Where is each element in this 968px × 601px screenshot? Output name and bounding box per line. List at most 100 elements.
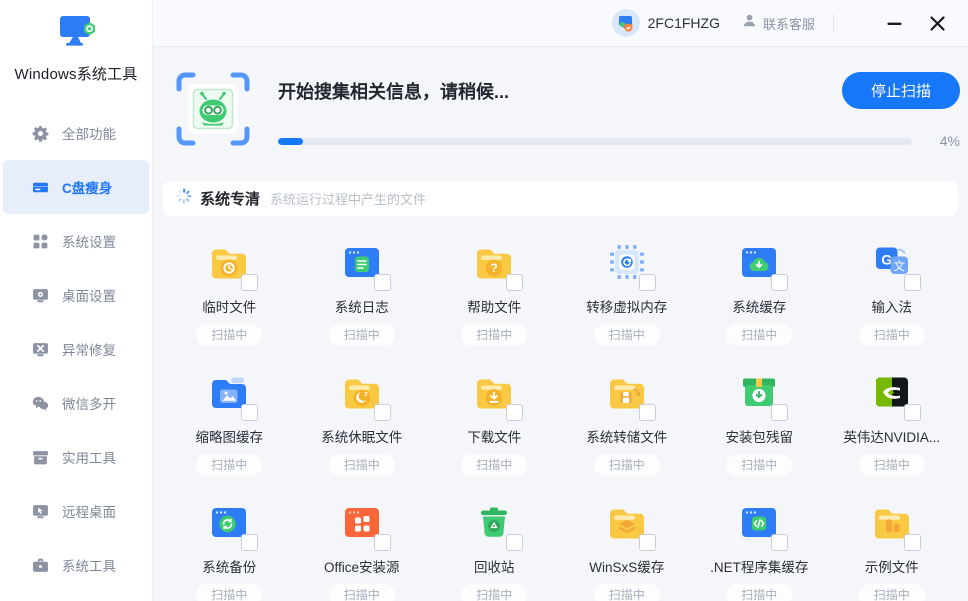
item-label: 系统转储文件 — [586, 426, 667, 446]
system-tools-icon — [32, 557, 49, 574]
app-logo-icon — [53, 40, 99, 57]
item-label: 系统缓存 — [732, 296, 786, 316]
sidebar-item-all-features[interactable]: 全部功能 — [3, 106, 149, 160]
progress-fill — [278, 138, 303, 145]
clean-item[interactable]: z 系统休眠文件 扫描中 — [296, 346, 429, 476]
clean-item[interactable]: 缩略图缓存 扫描中 — [163, 346, 296, 476]
user-code: 2FC1FHZG — [648, 15, 720, 31]
item-checkbox[interactable] — [506, 534, 523, 551]
item-checkbox[interactable] — [904, 534, 921, 551]
item-checkbox[interactable] — [241, 534, 258, 551]
scan-status-badge: 扫描中 — [726, 454, 792, 476]
item-label: 下载文件 — [467, 426, 521, 446]
item-checkbox[interactable] — [506, 274, 523, 291]
sidebar-item-utility-tools[interactable]: 实用工具 — [3, 430, 149, 484]
logo-area: Windows系统工具 — [0, 0, 152, 84]
item-checkbox[interactable] — [904, 404, 921, 421]
section-subtitle: 系统运行过程中产生的文件 — [270, 189, 426, 208]
clean-item[interactable]: 临时文件 扫描中 — [163, 216, 296, 346]
item-label: 帮助文件 — [467, 296, 521, 316]
scan-status-badge: 扫描中 — [726, 324, 792, 346]
item-checkbox[interactable] — [639, 404, 656, 421]
scan-status-badge: 扫描中 — [329, 584, 395, 601]
scan-status-badge: 扫描中 — [594, 324, 660, 346]
clean-item[interactable]: WinSxS缓存 扫描中 — [561, 476, 694, 601]
sidebar-item-label: 实用工具 — [62, 447, 116, 467]
contact-support-button[interactable]: 联系客服 — [742, 13, 815, 33]
item-label: 安装包残留 — [726, 426, 794, 446]
system-settings-icon — [32, 233, 49, 250]
clean-item[interactable]: G文 输入法 扫描中 — [826, 216, 959, 346]
clean-item[interactable]: 英伟达NVIDIA... 扫描中 — [826, 346, 959, 476]
item-checkbox[interactable] — [771, 534, 788, 551]
utility-tools-icon — [32, 449, 49, 466]
sidebar-item-error-repair[interactable]: 异常修复 — [3, 322, 149, 376]
app-title: Windows系统工具 — [0, 63, 152, 84]
item-checkbox[interactable] — [904, 274, 921, 291]
sidebar-item-remote-desktop[interactable]: 远程桌面 — [3, 484, 149, 538]
user-avatar-icon — [612, 9, 640, 37]
sidebar-item-label: 异常修复 — [62, 339, 116, 359]
item-label: 输入法 — [872, 296, 913, 316]
item-label: 转移虚拟内存 — [586, 296, 667, 316]
svg-text:文: 文 — [893, 259, 905, 273]
scan-status-badge: 扫描中 — [461, 324, 527, 346]
item-checkbox[interactable] — [639, 274, 656, 291]
clean-item[interactable]: 系统缓存 扫描中 — [693, 216, 826, 346]
item-checkbox[interactable] — [374, 534, 391, 551]
sidebar-item-wechat-multi[interactable]: 微信多开 — [3, 376, 149, 430]
item-checkbox[interactable] — [639, 534, 656, 551]
item-checkbox[interactable] — [241, 274, 258, 291]
menu-icon[interactable] — [854, 17, 866, 29]
item-checkbox[interactable] — [241, 404, 258, 421]
svg-text:?: ? — [491, 261, 498, 275]
sidebar-item-system-tools[interactable]: 系统工具 — [3, 538, 149, 592]
section-title: 系统专清 — [200, 188, 260, 209]
scan-status-badge: 扫描中 — [461, 584, 527, 601]
clean-item[interactable]: .NET程序集缓存 扫描中 — [693, 476, 826, 601]
wechat-icon — [32, 395, 49, 412]
item-label: WinSxS缓存 — [589, 556, 664, 576]
item-label: 回收站 — [474, 556, 515, 576]
scan-status-badge: 扫描中 — [329, 454, 395, 476]
minimize-icon[interactable] — [880, 9, 909, 38]
sidebar-item-label: 微信多开 — [62, 393, 116, 413]
scan-status-badge: 扫描中 — [859, 584, 925, 601]
item-label: 示例文件 — [865, 556, 919, 576]
progress-percent-label: 4% — [914, 133, 960, 149]
item-checkbox[interactable] — [374, 404, 391, 421]
item-checkbox[interactable] — [374, 274, 391, 291]
scan-robot-icon — [176, 72, 250, 146]
clean-item[interactable]: 系统备份 扫描中 — [163, 476, 296, 601]
sidebar-item-system-settings[interactable]: 系统设置 — [3, 214, 149, 268]
sidebar-item-desktop-settings[interactable]: 桌面设置 — [3, 268, 149, 322]
sidebar-item-label: 系统设置 — [62, 231, 116, 251]
sidebar-item-label: 系统工具 — [62, 555, 116, 575]
clean-item[interactable]: ? 帮助文件 扫描中 — [428, 216, 561, 346]
clean-item[interactable]: 转移虚拟内存 扫描中 — [561, 216, 694, 346]
scan-main: 开始搜集相关信息，请稍候... 停止扫描 4% — [278, 72, 960, 149]
clean-item[interactable]: 回收站 扫描中 — [428, 476, 561, 601]
app-window: Windows系统工具 全部功能 C盘瘦身 系统设置 桌面设置 异常修复 微信多… — [0, 0, 968, 601]
clean-item[interactable]: 系统日志 扫描中 — [296, 216, 429, 346]
main-area: 2FC1FHZG 联系客服 — [153, 0, 968, 601]
item-checkbox[interactable] — [771, 274, 788, 291]
sidebar-item-c-drive-slim[interactable]: C盘瘦身 — [3, 160, 149, 214]
clean-item[interactable]: 系统转储文件 扫描中 — [561, 346, 694, 476]
topbar-divider — [833, 14, 834, 32]
item-checkbox[interactable] — [506, 404, 523, 421]
clean-item[interactable]: 安装包残留 扫描中 — [693, 346, 826, 476]
c-drive-icon — [32, 179, 49, 196]
scan-status-badge: 扫描中 — [196, 454, 262, 476]
item-checkbox[interactable] — [771, 404, 788, 421]
scan-status-badge: 扫描中 — [859, 454, 925, 476]
sidebar-item-label: C盘瘦身 — [62, 177, 112, 197]
clean-item[interactable]: 下载文件 扫描中 — [428, 346, 561, 476]
sidebar-item-label: 远程桌面 — [62, 501, 116, 521]
clean-item[interactable]: Office安装源 扫描中 — [296, 476, 429, 601]
clean-item[interactable]: 示例文件 扫描中 — [826, 476, 959, 601]
close-icon[interactable] — [923, 9, 952, 38]
item-label: 系统休眠文件 — [321, 426, 402, 446]
scan-status-badge: 扫描中 — [461, 454, 527, 476]
stop-scan-button[interactable]: 停止扫描 — [842, 72, 960, 109]
